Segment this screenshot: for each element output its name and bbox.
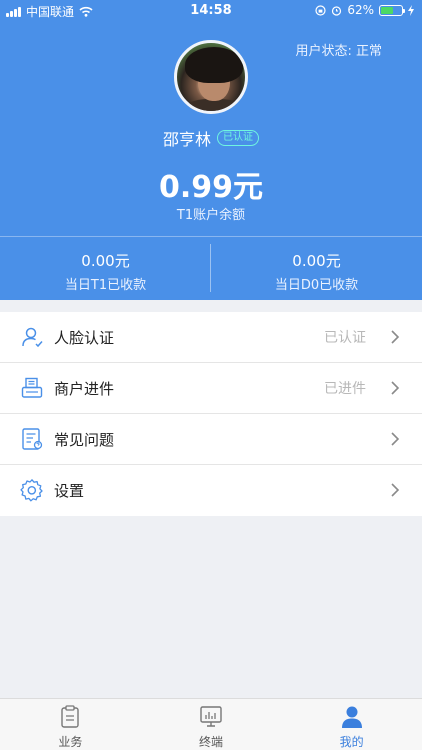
merchant-icon [21,377,43,398]
tab-label: 业务 [58,735,83,749]
name-row: 邵亨林 已认证 [0,126,422,150]
profile-icon [341,706,362,728]
stat-amount: 0.00元 [81,252,130,270]
stat-amount: 0.00元 [292,252,341,270]
stat-d0-received: 0.00元 当日D0已收款 [211,250,422,293]
menu-item-face-auth[interactable]: 人脸认证 已认证 [0,312,422,363]
business-icon [61,705,80,728]
balance-label: T1账户余额 [176,208,246,223]
user-name: 邵亨林 [162,130,211,149]
menu-label: 设置 [54,482,85,500]
menu-label: 商户进件 [54,379,115,398]
menu-item-faq[interactable]: 常见问题 [0,414,422,465]
header-divider [0,236,422,237]
battery-icon [379,4,405,16]
alarm-icon [332,5,342,16]
charging-icon [408,4,414,16]
tab-business[interactable]: 业务 [0,699,141,750]
account-balance: 0.99元 [158,170,264,205]
tab-profile[interactable]: 我的 [281,699,422,750]
battery-percent: 62% [347,3,374,17]
tab-label: 我的 [339,735,364,749]
status-bar: 中国联通 14:58 62% [0,0,422,22]
chevron-right-icon [391,432,400,446]
stat-t1-received: 0.00元 当日T1已收款 [0,250,211,293]
tab-terminal[interactable]: 终端 [141,699,282,750]
terminal-icon [200,706,222,727]
menu-value: 已进件 [324,381,366,397]
tab-bar: 业务 终端 我的 [0,698,422,750]
verified-badge: 已认证 [217,130,259,146]
tab-label: 终端 [199,735,224,749]
stat-label: 当日T1已收款 [64,278,147,293]
menu-item-settings[interactable]: 设置 [0,465,422,516]
status-right: 62% [315,3,414,17]
menu-label: 常见问题 [54,430,115,449]
menu-item-merchant[interactable]: 商户进件 已进件 [0,363,422,414]
rotation-lock-icon [315,4,326,16]
settings-menu: 人脸认证 已认证 商户进件 已进件 常见问题 设置 [0,312,422,516]
menu-label: 人脸认证 [54,328,115,347]
faq-icon [22,428,43,450]
profile-header: 中国联通 14:58 62% 用户状态: 正常 邵亨林 已认证 0.99元 T1… [0,0,422,300]
stat-label: 当日D0已收款 [274,278,359,293]
chevron-right-icon [391,483,400,497]
user-status: 用户状态: 正常 [295,44,382,59]
chevron-right-icon [391,381,400,395]
chevron-right-icon [391,330,400,344]
face-auth-icon [22,327,43,348]
avatar[interactable] [174,40,248,114]
settings-icon [20,479,43,502]
menu-value: 已认证 [324,330,366,346]
